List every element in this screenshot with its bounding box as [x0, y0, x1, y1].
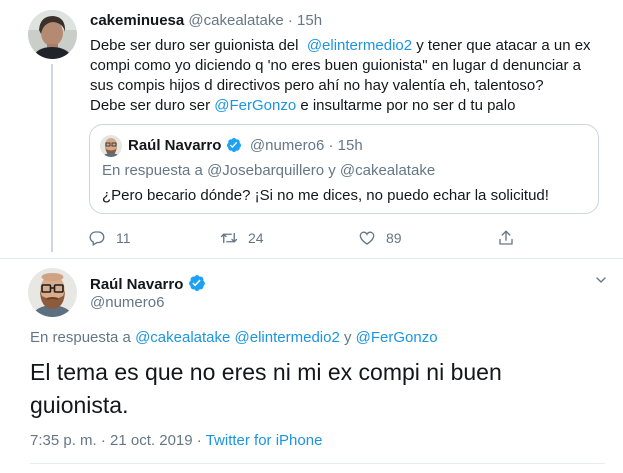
author-handle[interactable]: @numero6	[90, 294, 164, 311]
reply-button[interactable]: 11	[88, 229, 131, 247]
avatar	[100, 135, 122, 157]
text-segment: Debe ser duro ser guionista del	[90, 37, 299, 54]
reply-user: @cakealatake	[339, 162, 436, 179]
divider	[0, 258, 623, 259]
separator-dot: ·	[100, 432, 106, 449]
reply-and: y	[328, 162, 336, 179]
quoted-tweet[interactable]: Raúl Navarro @numero6 · 15h En respuesta…	[89, 124, 599, 214]
separator-dot: ·	[196, 432, 202, 449]
mention-link[interactable]: @FerGonzo	[214, 97, 296, 114]
text-line: compi como yo diciendo q 'no eres buen g…	[90, 57, 582, 74]
tweet-date[interactable]: 21 oct. 2019	[110, 432, 193, 449]
retweet-button[interactable]: 24	[220, 229, 264, 247]
author-handle[interactable]: @cakealatake	[188, 12, 283, 29]
divider	[30, 463, 605, 464]
quote-text: ¿Pero becario dónde? ¡Si no me dices, no…	[102, 187, 549, 204]
heart-icon	[359, 231, 375, 245]
tweet-metadata: 7:35 p. m. · 21 oct. 2019 · Twitter for …	[30, 432, 322, 449]
thread-line	[51, 64, 53, 252]
tweet-time: 15h	[337, 137, 363, 154]
author-name[interactable]: cakeminuesa	[90, 12, 184, 29]
share-icon	[499, 230, 513, 245]
reply-user: @Josebarquillero	[207, 162, 325, 179]
reply-prefix: En respuesta a	[30, 329, 131, 346]
reply-and: y	[343, 329, 352, 346]
author-handle: @numero6	[249, 137, 325, 154]
tweet-text: Debe ser duro ser guionista del @elinter…	[90, 36, 610, 116]
verified-badge-icon	[226, 138, 241, 152]
reply-user-link[interactable]: @cakealatake	[135, 329, 230, 346]
retweet-icon	[220, 232, 238, 244]
tweet-header: cakeminuesa @cakealatake · 15h	[90, 12, 322, 29]
quote-header: Raúl Navarro @numero6 · 15h	[128, 137, 363, 154]
avatar[interactable]	[28, 268, 77, 317]
author-name[interactable]: Raúl Navarro	[90, 274, 206, 293]
text-segment: y tener que atacar a un ex	[416, 37, 591, 54]
like-count: 89	[386, 230, 402, 246]
text-segment: Debe ser duro ser	[90, 97, 211, 114]
text-segment: e insultarme por no ser d tu palo	[300, 97, 516, 114]
text-line: sus compis hijos d directivos pero ahí n…	[90, 77, 544, 94]
reply-count: 11	[116, 230, 131, 246]
tweet-time[interactable]: 15h	[297, 12, 322, 29]
reply-prefix: En respuesta a	[102, 162, 203, 179]
like-button[interactable]: 89	[358, 229, 402, 247]
verified-badge-icon	[188, 275, 205, 291]
reply-icon	[89, 231, 105, 246]
separator-dot: ·	[328, 137, 334, 154]
chevron-down-icon[interactable]	[593, 272, 609, 288]
avatar[interactable]	[28, 10, 77, 59]
author-name-text[interactable]: Raúl Navarro	[90, 276, 183, 293]
mention-link[interactable]: @elintermedio2	[307, 37, 412, 54]
tweet-text: El tema es que no eres ni mi ex compi ni…	[30, 359, 502, 418]
reply-context: En respuesta a @cakealatake @elintermedi…	[30, 329, 438, 346]
reply-user-link[interactable]: @FerGonzo	[356, 329, 438, 346]
retweet-count: 24	[248, 230, 264, 246]
reply-user-link[interactable]: @elintermedio2	[235, 329, 340, 346]
separator-dot: ·	[287, 12, 293, 29]
source-link[interactable]: Twitter for iPhone	[206, 432, 323, 449]
author-name: Raúl Navarro	[128, 137, 222, 154]
share-button[interactable]	[497, 229, 525, 247]
tweet-time[interactable]: 7:35 p. m.	[30, 432, 97, 449]
reply-context: En respuesta a @Josebarquillero y @cakea…	[102, 162, 435, 179]
